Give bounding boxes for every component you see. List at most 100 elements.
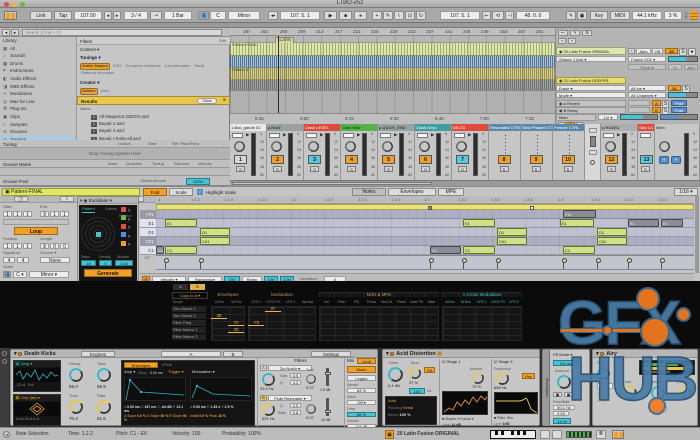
track-21-chooser-1[interactable]: Erase ▾ <box>556 85 626 91</box>
scale-midi-icon[interactable]: ⇶ <box>198 11 209 20</box>
start-field-3[interactable]: 1 <box>23 211 32 217</box>
track-name-header[interactable]: Slow Phased CTR <box>521 124 552 131</box>
midi-note[interactable]: F#1 <box>563 210 596 218</box>
notes-tab-icon[interactable]: ≡ <box>60 196 74 202</box>
filter-b-freq-knob[interactable] <box>262 403 275 416</box>
loop-marker-left[interactable] <box>428 206 432 210</box>
matrix-cell-value[interactable]: -70 <box>248 320 264 326</box>
stage2-freq-knob[interactable] <box>496 372 509 385</box>
track-name-header[interactable]: Slax LO <box>638 124 654 131</box>
track-20-output-chooser[interactable]: Fusion VOL ▾ <box>628 56 666 62</box>
crossfade-assign-a[interactable]: ◖ <box>659 156 669 164</box>
filter-b-tone-knob[interactable] <box>306 404 316 414</box>
mod-envelope-graph[interactable] <box>190 377 252 401</box>
shaper-chooser[interactable]: ■ Shaper ▾ Fractal ▾ <box>442 417 474 421</box>
highlight-scale-checkbox[interactable]: ✓ <box>197 189 203 195</box>
track-activator-button[interactable]: 10 <box>562 155 575 164</box>
pre-button[interactable]: Pre <box>522 373 535 379</box>
euclid-voices-tab[interactable]: Voices <box>105 207 117 212</box>
pan-knob[interactable] <box>605 141 616 152</box>
fb-time-field[interactable]: 5.6 ms <box>553 360 579 366</box>
groove-list[interactable] <box>0 168 230 176</box>
loop-start-field[interactable]: 107. 5. 1 <box>440 11 480 20</box>
keys-status-icon[interactable] <box>612 430 624 439</box>
follow-icon[interactable]: ▣ <box>577 11 587 20</box>
track-activator-button[interactable]: 8 <box>498 155 511 164</box>
clip-scale-midi-icon[interactable]: ⇶ <box>3 271 11 278</box>
midi-note[interactable]: E1 <box>463 219 495 227</box>
return-b-button[interactable]: B <box>652 107 661 113</box>
solo-button[interactable]: S <box>564 166 573 172</box>
track-name-header[interactable]: 1-Bac_gande 01 <box>230 124 266 131</box>
arrangement-view[interactable]: 1972012052092132172212252292332372412452… <box>230 28 555 124</box>
tuning-more-icon[interactable]: … <box>223 142 227 147</box>
mixer-strip[interactable]: Resonated CTRL ▶ 8 S 01224364860 <box>489 124 521 180</box>
crossfade-b-button[interactable] <box>589 150 597 155</box>
return-b-post-toggle[interactable]: Post <box>671 107 687 113</box>
fold-arrow-icon[interactable]: ▿ <box>568 38 576 44</box>
limit-button[interactable]: Limit <box>357 358 376 364</box>
mixer-strip[interactable]: Slax LO ▶ 13 S 01224364860 <box>638 124 655 180</box>
euclidean-title[interactable]: ▾ ◉ Euclidean ▾ <box>78 197 138 204</box>
midi-map-button[interactable]: MIDI <box>610 11 630 20</box>
main-output-chooser[interactable]: 1/2 ▾ <box>598 114 618 120</box>
track-20-device-chooser[interactable]: Shaper 1 Amt ▾ <box>556 56 626 62</box>
tab-mpe[interactable]: MPE <box>438 188 464 196</box>
mixer-strip[interactable]: DELTA ▶ 7 S 01224364860 <box>452 124 489 180</box>
matrix-target-row[interactable]: Osc Macro 1 <box>172 306 206 312</box>
end-field-1[interactable]: 9 <box>40 211 49 217</box>
result-file-row[interactable]: ≡Bayati 1.ascl <box>77 120 230 127</box>
crossfader-handle[interactable] <box>590 136 596 147</box>
scale-mode-button[interactable]: Scale <box>169 188 193 196</box>
punch-in-button[interactable]: ⊢ <box>482 11 491 20</box>
slope-values[interactable]: A Slope 0.0 % D Slope 50 % R Slope 50 % <box>124 414 188 422</box>
stage1-amount-knob[interactable] <box>472 372 484 384</box>
sidebar-item[interactable]: ▦All <box>0 45 76 53</box>
mixer-strip[interactable]: p.QUICK_END ▶ 5 S 01224364860 <box>378 124 415 180</box>
division-field[interactable]: 1/16 <box>115 260 133 266</box>
sidebar-item[interactable]: ▣Clips <box>0 113 76 121</box>
track-name-header[interactable]: Clash-Keys <box>415 124 451 131</box>
track-activator-button[interactable]: 1 <box>234 155 247 164</box>
track-activator-button[interactable]: 6 <box>419 155 432 164</box>
filter-b-q-field[interactable]: 0.5 <box>290 403 301 408</box>
time-signature-field[interactable]: 3 / 4 <box>124 11 148 20</box>
midi-note[interactable]: D1 <box>597 228 627 236</box>
track-21-input-chooser[interactable]: All Ins ▾ <box>628 85 666 91</box>
matrix-cell-value[interactable]: 38 <box>211 313 227 319</box>
track-20-volume-slider[interactable] <box>668 56 698 62</box>
midi-ruler[interactable]: 11.1.21.1.31.1.41.21.2.21.2.31.2.41.31.3… <box>156 196 694 204</box>
tune-knob[interactable] <box>69 400 83 414</box>
drive-field[interactable]: 56 % <box>347 412 376 417</box>
midi-note[interactable]: C1 <box>165 246 197 254</box>
track-20-solo-button[interactable]: S <box>679 48 687 56</box>
fold-button[interactable]: Fold <box>143 188 167 196</box>
mod-adsr-values[interactable]: A 0.00 ms D 1.35 s S 2.5 % <box>190 405 254 409</box>
acid-drive-knob[interactable] <box>388 367 403 382</box>
filter-b-badge[interactable]: B <box>260 395 267 401</box>
crossfader-strip[interactable] <box>585 124 601 180</box>
track-21-header[interactable]: ◉ 21 Latin Fusion DEEPER <box>556 77 626 84</box>
mixer-strip[interactable]: Freezer CTRL ▶ 10 S 01224364860 <box>553 124 585 180</box>
nudge-up-button[interactable]: ▸ <box>113 11 121 20</box>
crossfade-assign-b[interactable]: ◗ <box>671 156 681 164</box>
airy-raw-label[interactable]: Raw <box>597 392 605 397</box>
filter-type-res[interactable]: Lp ▾ 0.50 <box>494 422 509 426</box>
list-icon[interactable]: ≣ <box>596 430 606 439</box>
solo-button[interactable]: S <box>384 166 393 172</box>
mono-button[interactable]: Mono <box>347 366 376 373</box>
pan-knob[interactable] <box>345 141 356 152</box>
acid-freq-field[interactable]: 130 <box>409 388 425 394</box>
death-kicks-titlebar[interactable]: ▾ Death Kicks Engines A B Settings <box>11 350 377 358</box>
end-field-2[interactable]: 1 <box>50 211 59 217</box>
solo-button[interactable]: S <box>347 166 356 172</box>
mixer-strip[interactable]: Clark Raw ▶ 4 S 01224364860 <box>341 124 378 180</box>
start-field-1[interactable]: 1 <box>3 211 12 217</box>
tab-envelopes[interactable]: Envelopes <box>388 188 436 196</box>
hide-panel-icon[interactable]: ◂ <box>3 431 10 438</box>
minimize-window-icon[interactable] <box>12 2 17 7</box>
delay-value[interactable]: 0.00 ms <box>150 371 162 375</box>
track-name-header[interactable]: p.QUICK_END <box>378 124 414 131</box>
stack-field[interactable]: Off ▾ <box>347 400 376 405</box>
track-activator-button[interactable]: 3 <box>308 155 321 164</box>
